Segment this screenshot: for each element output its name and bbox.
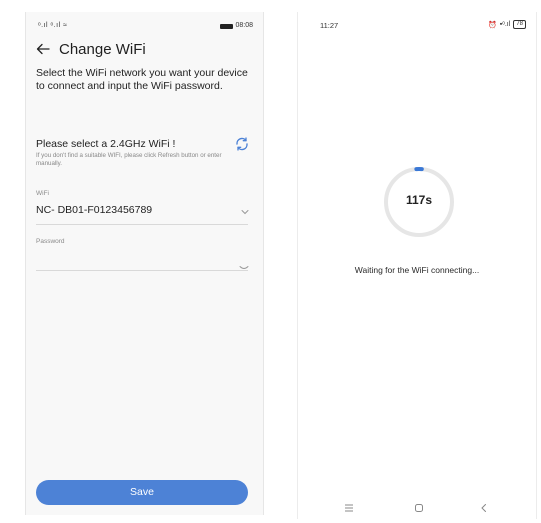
connecting-screen: 11:27 ⏰ ▪ᵒ.ıl 78 117s Waiting for the Wi… — [297, 12, 537, 519]
page-title: Change WiFi — [59, 41, 146, 58]
save-button[interactable]: Save — [36, 480, 248, 505]
waiting-text: Waiting for the WiFi connecting... — [354, 265, 480, 275]
status-icons: ⏰ ▪ᵒ.ıl 78 — [488, 20, 526, 29]
signal-icon: ▪ᵒ.ıl — [499, 21, 511, 28]
status-time: 11:27 — [320, 21, 339, 30]
password-underline — [36, 270, 248, 271]
home-icon[interactable] — [413, 502, 425, 514]
status-time: 08:08 — [235, 22, 253, 29]
signal-icons: ᵒ.ıl ᵒ.ıl ≈ — [38, 22, 68, 29]
refresh-icon[interactable] — [234, 136, 250, 152]
alarm-icon: ⏰ — [488, 21, 497, 29]
back-icon[interactable] — [478, 502, 490, 514]
battery-icon — [220, 24, 233, 29]
wifi-label: WiFi — [36, 190, 49, 197]
system-nav-bar — [298, 497, 536, 519]
chevron-down-icon[interactable] — [241, 209, 249, 215]
arrow-left-icon[interactable] — [36, 42, 50, 56]
wifi-select[interactable]: NC- DB01-F0123456789 — [36, 204, 152, 216]
status-bar: ᵒ.ıl ᵒ.ıl ≈ 08:08 — [26, 12, 263, 34]
select-wifi-title: Please select a 2.4GHz WiFi ! — [36, 138, 176, 150]
battery-level: 78 — [513, 20, 526, 29]
menu-icon[interactable] — [343, 502, 355, 514]
change-wifi-screen: ᵒ.ıl ᵒ.ıl ≈ 08:08 Change WiFi Select the… — [25, 12, 264, 515]
countdown-text: 117s — [405, 193, 433, 207]
hint-text: If you don't find a suitable WIFI, pleas… — [36, 152, 222, 168]
password-label: Password — [36, 238, 65, 245]
wifi-underline — [36, 224, 248, 225]
intro-text: Select the WiFi network you want your de… — [36, 67, 248, 92]
password-input[interactable] — [36, 261, 216, 275]
